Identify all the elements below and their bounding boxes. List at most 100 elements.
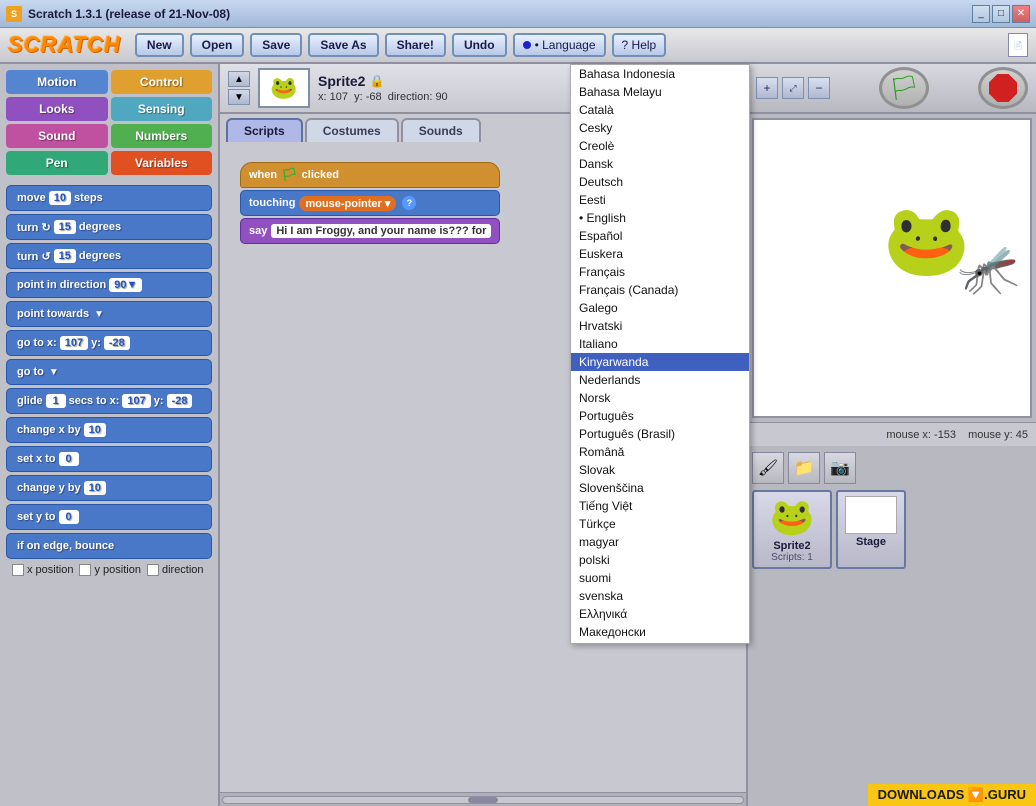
lang-espanol[interactable]: Español (571, 227, 749, 245)
lang-eesti[interactable]: Eesti (571, 191, 749, 209)
lang-catala[interactable]: Català (571, 101, 749, 119)
help-button[interactable]: ? Help (612, 33, 667, 57)
block-goto-xy[interactable]: go to x: 107 y: -28 (6, 330, 212, 356)
save-button[interactable]: Save (250, 33, 302, 57)
category-numbers[interactable]: Numbers (111, 124, 213, 148)
lang-francais[interactable]: Français (571, 263, 749, 281)
lang-bahasa-indonesia[interactable]: Bahasa Indonesia (571, 65, 749, 83)
category-sensing[interactable]: Sensing (111, 97, 213, 121)
script-say[interactable]: say Hi I am Froggy, and your name is??? … (240, 218, 500, 244)
lang-deutsch[interactable]: Deutsch (571, 173, 749, 191)
lang-turkce[interactable]: Türkçe (571, 515, 749, 533)
green-flag-button[interactable]: 🏳 (879, 67, 929, 109)
category-motion[interactable]: Motion (6, 70, 108, 94)
tab-sounds[interactable]: Sounds (401, 118, 481, 142)
lang-slovak[interactable]: Slovak (571, 461, 749, 479)
script-when-clicked[interactable]: when 🏳 clicked (240, 162, 500, 188)
lang-macedonian[interactable]: Македонски (571, 623, 749, 641)
lang-euskera[interactable]: Euskera (571, 245, 749, 263)
flag-icon: 🏳 (281, 167, 298, 183)
sprite-thumb-sprite2[interactable]: 🐸 Sprite2 Scripts: 1 (752, 490, 832, 569)
sprite-nav-down[interactable]: ▼ (228, 89, 250, 105)
block-turn-ccw[interactable]: turn ↺ 15 degrees (6, 243, 212, 269)
lang-romana[interactable]: Română (571, 443, 749, 461)
block-set-x[interactable]: set x to 0 (6, 446, 212, 472)
lang-english[interactable]: English (571, 209, 749, 227)
stop-button[interactable] (978, 67, 1028, 109)
close-button[interactable]: ✕ (1012, 5, 1030, 23)
block-goto[interactable]: go to ▼ (6, 359, 212, 385)
lang-portugues[interactable]: Português (571, 407, 749, 425)
new-sprite-paint-button[interactable]: 🖌 (752, 452, 784, 484)
say-text-value[interactable]: Hi I am Froggy, and your name is??? for (271, 224, 491, 238)
lang-magyar[interactable]: magyar (571, 533, 749, 551)
lang-polski[interactable]: polski (571, 551, 749, 569)
lang-norsk[interactable]: Norsk (571, 389, 749, 407)
category-variables[interactable]: Variables (111, 151, 213, 175)
direction-label: direction (162, 564, 204, 576)
zoom-out-button[interactable]: − (808, 77, 830, 99)
checkbox-direction[interactable]: direction (147, 564, 204, 576)
lang-hrvatski[interactable]: Hrvatski (571, 317, 749, 335)
right-panel: + ⤢ − 🏳 🐸 🦟 mouse x: -153 mouse y: 45 (746, 64, 1036, 806)
block-change-x[interactable]: change x by 10 (6, 417, 212, 443)
lang-creole[interactable]: Creolè (571, 137, 749, 155)
open-button[interactable]: Open (190, 33, 245, 57)
stage-thumb-item[interactable]: Stage (836, 490, 906, 569)
lang-kinyarwanda[interactable]: Kinyarwanda (571, 353, 749, 371)
new-sprite-camera-button[interactable]: 📷 (824, 452, 856, 484)
scrollbar-track[interactable] (222, 796, 744, 804)
block-turn-cw[interactable]: turn ↻ 15 degrees (6, 214, 212, 240)
block-glide[interactable]: glide 1 secs to x: 107 y: -28 (6, 388, 212, 414)
script-touching[interactable]: touching mouse-pointer ▾ ? (240, 190, 500, 216)
undo-button[interactable]: Undo (452, 33, 507, 57)
maximize-button[interactable]: □ (992, 5, 1010, 23)
minimize-button[interactable]: _ (972, 5, 990, 23)
share-button[interactable]: Share! (385, 33, 446, 57)
x-position-checkbox[interactable] (12, 564, 24, 576)
lang-francais-canada[interactable]: Français (Canada) (571, 281, 749, 299)
lang-galego[interactable]: Galego (571, 299, 749, 317)
save-as-button[interactable]: Save As (308, 33, 378, 57)
lang-suomi[interactable]: suomi (571, 569, 749, 587)
lang-slovenscina[interactable]: Slovenščina (571, 479, 749, 497)
sprite-nav-up[interactable]: ▲ (228, 71, 250, 87)
category-sound[interactable]: Sound (6, 124, 108, 148)
checkbox-x-position[interactable]: x position (12, 564, 73, 576)
new-sprite-folder-button[interactable]: 📁 (788, 452, 820, 484)
zoom-in-button[interactable]: + (756, 77, 778, 99)
block-set-y[interactable]: set y to 0 (6, 504, 212, 530)
block-move[interactable]: move 10 steps (6, 185, 212, 211)
zoom-fit-button[interactable]: ⤢ (782, 77, 804, 99)
category-pen[interactable]: Pen (6, 151, 108, 175)
block-change-y[interactable]: change y by 10 (6, 475, 212, 501)
lang-cesky[interactable]: Cesky (571, 119, 749, 137)
block-point-direction[interactable]: point in direction 90▼ (6, 272, 212, 298)
lang-tieng-viet[interactable]: Tiếng Việt (571, 497, 749, 515)
lang-nederlands[interactable]: Nederlands (571, 371, 749, 389)
block-point-towards[interactable]: point towards ▼ (6, 301, 212, 327)
block-if-edge[interactable]: if on edge, bounce (6, 533, 212, 559)
category-control[interactable]: Control (111, 70, 213, 94)
category-looks[interactable]: Looks (6, 97, 108, 121)
language-button[interactable]: • Language (513, 33, 606, 57)
language-dropdown[interactable]: Bahasa Indonesia Bahasa Melayu Català Ce… (570, 64, 750, 644)
checkbox-y-position[interactable]: y position (79, 564, 140, 576)
lang-portugues-brasil[interactable]: Português (Brasil) (571, 425, 749, 443)
new-button[interactable]: New (135, 33, 184, 57)
sprite-coordinates: x: 107 y: -68 direction: 90 (318, 91, 448, 103)
lang-greek[interactable]: Ελληνικά (571, 605, 749, 623)
lang-bahasa-melayu[interactable]: Bahasa Melayu (571, 83, 749, 101)
tab-costumes[interactable]: Costumes (305, 118, 399, 142)
touching-dropdown[interactable]: mouse-pointer ▾ (299, 196, 396, 211)
scripts-scrollbar[interactable] (220, 792, 746, 806)
lang-dansk[interactable]: Dansk (571, 155, 749, 173)
lang-svenska[interactable]: svenska (571, 587, 749, 605)
lang-italiano[interactable]: Italiano (571, 335, 749, 353)
sprites-list: 🐸 Sprite2 Scripts: 1 Stage (752, 490, 1032, 569)
direction-checkbox[interactable] (147, 564, 159, 576)
tab-scripts[interactable]: Scripts (226, 118, 303, 142)
lang-mongolian[interactable]: Монголоор (571, 641, 749, 644)
y-position-checkbox[interactable] (79, 564, 91, 576)
scrollbar-thumb[interactable] (468, 797, 498, 803)
